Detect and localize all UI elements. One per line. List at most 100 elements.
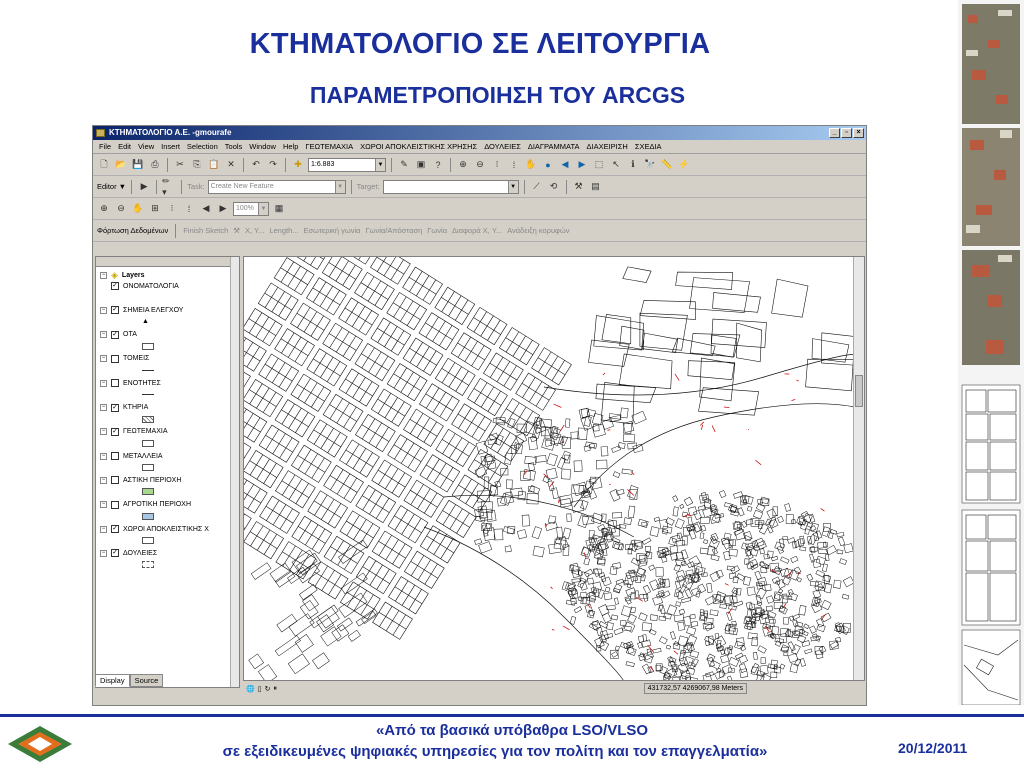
tab-display[interactable]: Display bbox=[95, 674, 130, 687]
maximize-button[interactable]: ▫ bbox=[841, 128, 852, 138]
layer-checkbox[interactable] bbox=[111, 476, 119, 485]
layer-item[interactable]: − ✓ ΧΩΡΟΙ ΑΠΟΚΛΕΙΣΤΙΚΗΣ Χ bbox=[100, 525, 209, 533]
menu-file[interactable]: File bbox=[99, 142, 111, 151]
data-view-icon[interactable]: 🌐 bbox=[246, 685, 255, 693]
menu-tools[interactable]: Tools bbox=[225, 142, 243, 151]
layer-item[interactable]: − ✓ ΔΟΥΛΕΙΕΣ bbox=[100, 549, 157, 558]
add-data-icon[interactable]: ✚ bbox=[291, 158, 305, 172]
target-combo[interactable]: ▼ bbox=[382, 179, 519, 194]
copy-icon[interactable]: ⎘ bbox=[190, 158, 204, 172]
layer-item[interactable]: − ΕΝΟΤΗΤΕΣ bbox=[100, 379, 161, 388]
undo-icon[interactable]: ↶ bbox=[249, 158, 263, 172]
task-combo[interactable]: Create New Feature ▼ bbox=[207, 179, 346, 194]
measure-icon[interactable]: 📏 bbox=[660, 158, 674, 172]
arcmap-window[interactable]: ΚΤΗΜΑΤΟΛΟΓΙΟ Α.Ε. -gmourafe _ ▫ × File E… bbox=[92, 125, 867, 706]
layer-checkbox[interactable] bbox=[111, 379, 119, 388]
layer-checkbox[interactable]: ✓ bbox=[111, 330, 119, 339]
expand-toggle[interactable]: − bbox=[100, 306, 107, 314]
xy-button[interactable]: X, Y... bbox=[245, 226, 264, 235]
fixed-zoom-out-icon[interactable]: ⁞ bbox=[507, 158, 521, 172]
zoom-percent-combo[interactable]: 100% ▼ bbox=[233, 201, 269, 216]
hyperlink-icon[interactable]: ⚡ bbox=[677, 158, 691, 172]
layer-item[interactable]: − ✓ ΓΕΩΤΕΜΑΧΙΑ bbox=[100, 427, 168, 436]
finish-sketch-button[interactable]: Finish Sketch bbox=[183, 226, 228, 235]
sketch-props-icon[interactable]: ⚒ bbox=[572, 180, 586, 194]
attributes-icon[interactable]: ▤ bbox=[589, 180, 603, 194]
zoom-in-icon[interactable]: ⊕ bbox=[456, 158, 470, 172]
expand-toggle[interactable]: − bbox=[100, 331, 107, 339]
delta-xy-button[interactable]: Διαφορά X, Y... bbox=[452, 226, 502, 235]
length-button[interactable]: Length... bbox=[269, 226, 298, 235]
menu-selection[interactable]: Selection bbox=[187, 142, 218, 151]
menu-window[interactable]: Window bbox=[249, 142, 276, 151]
layer-checkbox[interactable]: ✓ bbox=[111, 403, 119, 412]
expand-toggle[interactable]: − bbox=[100, 476, 107, 484]
layer-checkbox[interactable]: ✓ bbox=[111, 282, 119, 290]
layout-fixed-out-icon[interactable]: ⁞ bbox=[182, 202, 196, 216]
print-icon[interactable]: ⎙ bbox=[148, 158, 162, 172]
map-view[interactable] bbox=[243, 256, 865, 681]
minimize-button[interactable]: _ bbox=[829, 128, 840, 138]
window-titlebar[interactable]: ΚΤΗΜΑΤΟΛΟΓΙΟ Α.Ε. -gmourafe _ ▫ × bbox=[93, 126, 866, 140]
angle-distance-button[interactable]: Γωνία/Απόσταση bbox=[366, 226, 423, 235]
delete-icon[interactable]: ✕ bbox=[224, 158, 238, 172]
edit-tool-icon[interactable]: ▶ bbox=[137, 180, 151, 194]
whats-this-icon[interactable]: ? bbox=[431, 158, 445, 172]
menu-diagrams[interactable]: ΔΙΑΓΡΑΜΜΑΤΑ bbox=[528, 142, 580, 151]
layer-checkbox[interactable]: ✓ bbox=[111, 549, 119, 558]
layer-checkbox[interactable]: ✓ bbox=[111, 306, 119, 315]
fixed-zoom-in-icon[interactable]: ⁝ bbox=[490, 158, 504, 172]
interior-angle-button[interactable]: Εσωτερική γωνία bbox=[304, 226, 361, 235]
layout-pan-icon[interactable]: ✋ bbox=[131, 202, 145, 216]
refresh-icon[interactable]: ↻ bbox=[265, 685, 271, 693]
arctoolbox-icon[interactable]: ▣ bbox=[414, 158, 428, 172]
menu-insert[interactable]: Insert bbox=[161, 142, 180, 151]
select-elements-icon[interactable]: ↖ bbox=[609, 158, 623, 172]
layer-item[interactable]: − ΤΟΜΕΙΣ bbox=[100, 354, 149, 363]
expand-toggle[interactable]: − bbox=[100, 549, 107, 557]
angle-button[interactable]: Γωνία bbox=[427, 226, 447, 235]
menu-jobs[interactable]: ΔΟΥΛΕΙΕΣ bbox=[484, 142, 521, 151]
find-icon[interactable]: 🔭 bbox=[643, 158, 657, 172]
layer-checkbox[interactable] bbox=[111, 452, 119, 461]
layer-checkbox[interactable] bbox=[111, 500, 119, 509]
pan-icon[interactable]: ✋ bbox=[524, 158, 538, 172]
rotate-tool-icon[interactable]: ⟲ bbox=[547, 180, 561, 194]
tab-source[interactable]: Source bbox=[129, 674, 164, 687]
expand-toggle[interactable]: − bbox=[100, 525, 107, 533]
menu-exclusive-use[interactable]: ΧΩΡΟΙ ΑΠΟΚΛΕΙΣΤΙΚΗΣ ΧΡΗΣΗΣ bbox=[360, 142, 477, 151]
map-scrollbar[interactable] bbox=[853, 257, 864, 680]
layout-view-icon[interactable]: ▯ bbox=[258, 685, 262, 693]
editor-menu[interactable]: Editor ▼ bbox=[97, 182, 126, 191]
layers-root[interactable]: − ◈ Layers bbox=[100, 270, 145, 281]
editor-toolbar-icon[interactable]: ✎ bbox=[397, 158, 411, 172]
redo-icon[interactable]: ↷ bbox=[266, 158, 280, 172]
layout-forward-icon[interactable]: ▶ bbox=[216, 202, 230, 216]
parcel-map-image[interactable] bbox=[244, 257, 864, 681]
layer-checkbox[interactable]: ✓ bbox=[111, 427, 119, 436]
forward-icon[interactable]: ▶ bbox=[575, 158, 589, 172]
back-icon[interactable]: ◀ bbox=[558, 158, 572, 172]
sketch-tool-icon[interactable]: ✏ ▾ bbox=[162, 176, 176, 197]
menu-plans[interactable]: ΣΧΕΔΙΑ bbox=[635, 142, 662, 151]
layer-checkbox[interactable] bbox=[111, 354, 119, 363]
toggle-draft-icon[interactable]: ▦ bbox=[272, 202, 286, 216]
expand-toggle[interactable]: − bbox=[100, 452, 107, 460]
expand-toggle[interactable]: − bbox=[100, 428, 107, 436]
layer-checkbox[interactable]: ✓ bbox=[111, 525, 119, 533]
expand-toggle[interactable]: − bbox=[100, 355, 107, 363]
menu-help[interactable]: Help bbox=[283, 142, 298, 151]
identify-icon[interactable]: ℹ bbox=[626, 158, 640, 172]
cut-icon[interactable]: ✂ bbox=[173, 158, 187, 172]
split-tool-icon[interactable]: ⟋ bbox=[530, 180, 544, 194]
layer-item[interactable]: − ✓ ΚΤΗΡΙΑ bbox=[100, 403, 148, 412]
toc-scrollbar[interactable] bbox=[230, 257, 239, 687]
layout-fixed-in-icon[interactable]: ⁝ bbox=[165, 202, 179, 216]
new-icon[interactable]: 🗋 bbox=[97, 158, 111, 172]
save-icon[interactable]: 💾 bbox=[131, 158, 145, 172]
scale-combo[interactable]: 1:6.883 ▼ bbox=[308, 157, 386, 172]
layout-back-icon[interactable]: ◀ bbox=[199, 202, 213, 216]
select-features-icon[interactable]: ⬚ bbox=[592, 158, 606, 172]
open-icon[interactable]: 📂 bbox=[114, 158, 128, 172]
zoom-out-icon[interactable]: ⊖ bbox=[473, 158, 487, 172]
